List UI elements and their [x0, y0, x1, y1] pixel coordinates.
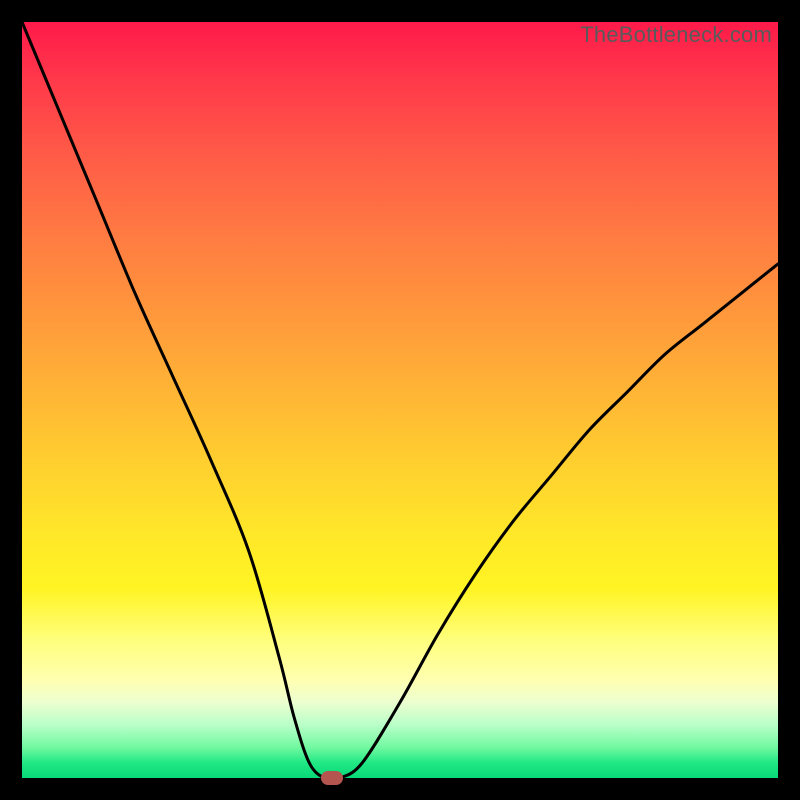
- bottleneck-curve: [22, 22, 778, 778]
- chart-frame: TheBottleneck.com: [0, 0, 800, 800]
- optimal-marker: [321, 771, 343, 785]
- plot-area: TheBottleneck.com: [22, 22, 778, 778]
